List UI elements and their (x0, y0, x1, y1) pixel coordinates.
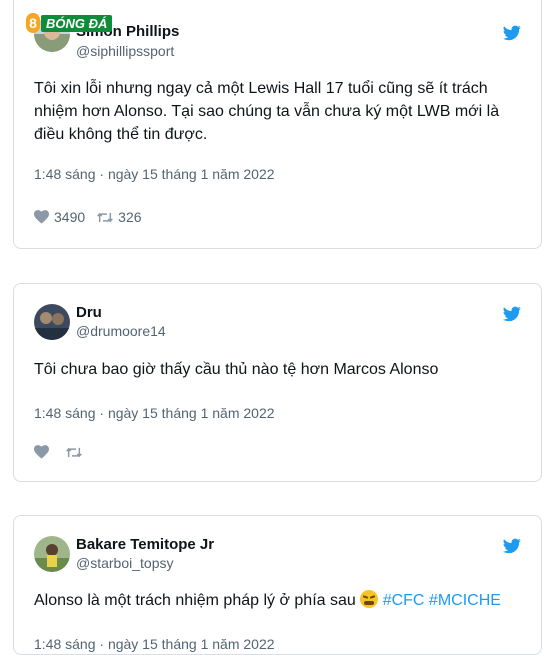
author-name[interactable]: Dru (76, 304, 102, 321)
author-name[interactable]: Bakare Temitope Jr (76, 536, 214, 553)
tweet-actions: 3490 326 (34, 209, 154, 225)
tweet-timestamp[interactable]: 1:48 sáng · ngày 15 tháng 1 năm 2022 (34, 636, 275, 652)
weary-face-emoji (360, 590, 379, 608)
watermark-brand: BÓNG ĐÁ (41, 14, 113, 32)
twitter-bird-icon[interactable] (503, 25, 521, 41)
retweet-action[interactable] (66, 446, 87, 459)
like-action[interactable]: 3490 (34, 209, 85, 225)
heart-icon (34, 210, 49, 224)
retweet-count: 326 (118, 209, 142, 225)
tweet-actions (34, 445, 99, 459)
tweet-card[interactable]: Simon Phillips @siphillipssport Tôi xin … (13, 0, 542, 249)
watermark-number: 8 (26, 13, 40, 33)
retweet-icon (97, 212, 114, 222)
tweet-card[interactable]: Dru @drumoore14 Tôi chưa bao giờ thấy cầ… (13, 283, 542, 482)
twitter-bird-icon[interactable] (503, 306, 521, 322)
tweet-card[interactable]: Bakare Temitope Jr @starboi_topsy Alonso… (13, 515, 542, 655)
tweet-text: Alonso là một trách nhiệm pháp lý ở phía… (34, 589, 514, 612)
watermark-logo: 8 BÓNG ĐÁ (26, 13, 113, 33)
retweet-action[interactable]: 326 (97, 209, 142, 225)
tweet-text: Tôi chưa bao giờ thấy cầu thủ nào tệ hơn… (34, 361, 439, 378)
author-handle[interactable]: @siphillipssport (76, 43, 174, 59)
avatar[interactable] (34, 304, 70, 340)
twitter-bird-icon[interactable] (503, 538, 521, 554)
author-handle[interactable]: @starboi_topsy (76, 555, 173, 571)
like-action[interactable] (34, 445, 54, 459)
author-handle[interactable]: @drumoore14 (76, 323, 166, 339)
tweet-text-body: Alonso là một trách nhiệm pháp lý ở phía… (34, 592, 356, 609)
heart-icon (34, 445, 49, 459)
tweet-timestamp[interactable]: 1:48 sáng · ngày 15 tháng 1 năm 2022 (34, 405, 275, 421)
tweet-text: Tôi xin lỗi nhưng ngay cả một Lewis Hall… (34, 80, 500, 143)
retweet-icon (66, 447, 82, 457)
like-count: 3490 (54, 209, 86, 225)
hashtag-links[interactable]: #CFC #MCICHE (383, 592, 501, 609)
tweet-timestamp[interactable]: 1:48 sáng · ngày 15 tháng 1 năm 2022 (34, 166, 275, 182)
avatar[interactable] (34, 536, 70, 572)
